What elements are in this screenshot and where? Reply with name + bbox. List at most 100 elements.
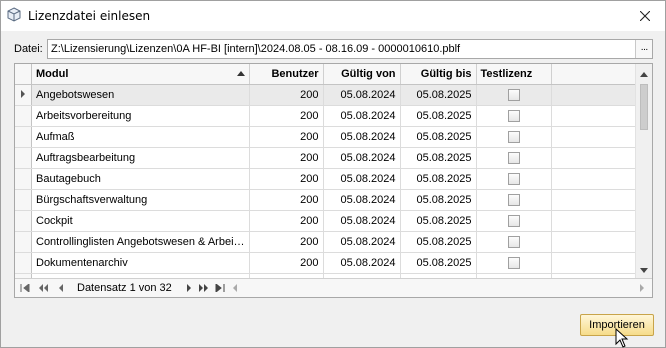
cell-benutzer[interactable]: 200 [249,189,324,211]
horizontal-scrollbar[interactable] [245,281,649,295]
cell-testlizenz[interactable] [476,105,552,127]
table-row[interactable]: Arbeitsvorbereitung 200 05.08.2024 05.08.20… [15,105,641,127]
table-row[interactable]: Bürgschaftsverwaltung 200 05.08.2024 05.08.… [15,189,641,211]
testlizenz-checkbox[interactable] [507,151,520,164]
cell-benutzer[interactable]: 200 [249,84,324,106]
cell-benutzer[interactable]: 200 [249,231,324,253]
table-row[interactable]: Aufmaß 200 05.08.2024 05.08.2025 [15,126,641,148]
cell-gueltig-bis[interactable]: 05.08.2025 [400,168,477,190]
file-path-field[interactable]: Z:\Lizensierung\Lizenzen\0A HF-BI [inter… [47,39,653,59]
license-table: Modul Benutzer Gültig von Gültig bis Tes… [15,64,641,295]
column-header-gueltig-von[interactable]: Gültig von [323,64,401,85]
cell-testlizenz[interactable] [476,147,552,169]
cell-benutzer[interactable]: 200 [249,147,324,169]
cell-empty[interactable] [551,84,641,106]
cell-empty[interactable] [551,147,641,169]
cell-gueltig-von[interactable]: 05.08.2024 [323,105,401,127]
cell-modul[interactable]: Aufmaß [31,126,250,148]
window-title: Lizenzdatei einlesen [28,9,151,23]
vertical-scrollbar[interactable] [635,64,652,279]
previous-record-icon [59,284,63,292]
cell-modul[interactable]: Bürgschaftsverwaltung [31,189,250,211]
cell-testlizenz[interactable] [476,231,552,253]
cell-testlizenz[interactable] [476,126,552,148]
testlizenz-checkbox[interactable] [507,214,520,227]
cell-modul[interactable]: Controllinglisten Angebotswesen & Arbei… [31,231,250,253]
testlizenz-checkbox[interactable] [507,130,520,143]
column-header-benutzer[interactable]: Benutzer [249,64,324,85]
cell-gueltig-von[interactable]: 05.08.2024 [323,168,401,190]
previous-page-button[interactable] [36,281,50,295]
package-icon [7,7,21,22]
cell-gueltig-bis[interactable]: 05.08.2025 [400,147,477,169]
scroll-down-button[interactable] [636,263,652,279]
column-header-modul[interactable]: Modul [31,64,250,85]
cell-gueltig-von[interactable]: 05.08.2024 [323,252,401,274]
cell-gueltig-bis[interactable]: 05.08.2025 [400,126,477,148]
row-indicator [15,168,32,190]
table-row[interactable]: Auftragsbearbeitung 200 05.08.2024 05.08.20… [15,147,641,169]
cell-gueltig-von[interactable]: 05.08.2024 [323,126,401,148]
cell-modul[interactable]: Dokumentenarchiv [31,252,250,274]
cell-modul[interactable]: Auftragsbearbeitung [31,147,250,169]
cell-testlizenz[interactable] [476,168,552,190]
cell-empty[interactable] [551,189,641,211]
cell-gueltig-bis[interactable]: 05.08.2025 [400,252,477,274]
cell-gueltig-von[interactable]: 05.08.2024 [323,147,401,169]
testlizenz-checkbox[interactable] [507,172,520,185]
first-record-button[interactable] [18,281,32,295]
previous-record-button[interactable] [54,281,68,295]
cell-modul[interactable]: Arbeitsvorbereitung [31,105,250,127]
cell-benutzer[interactable]: 200 [249,252,324,274]
cell-testlizenz[interactable] [476,84,552,106]
next-page-button[interactable] [197,281,211,295]
cell-gueltig-von[interactable]: 05.08.2024 [323,84,401,106]
testlizenz-checkbox[interactable] [507,235,520,248]
cell-modul[interactable]: Cockpit [31,210,250,232]
cell-gueltig-bis[interactable]: 05.08.2025 [400,105,477,127]
row-indicator [15,231,32,253]
testlizenz-checkbox[interactable] [507,256,520,269]
testlizenz-checkbox[interactable] [507,193,520,206]
scroll-thumb[interactable] [640,84,648,130]
cell-gueltig-von[interactable]: 05.08.2024 [323,210,401,232]
table-row[interactable]: Cockpit 200 05.08.2024 05.08.2025 [15,210,641,232]
cell-benutzer[interactable]: 200 [249,210,324,232]
cell-modul[interactable]: Bautagebuch [31,168,250,190]
cell-gueltig-bis[interactable]: 05.08.2025 [400,210,477,232]
browse-button[interactable]: ··· [635,40,652,58]
current-row-icon [21,89,25,98]
cell-benutzer[interactable]: 200 [249,168,324,190]
cell-empty[interactable] [551,252,641,274]
chevron-left-icon [233,284,237,292]
cell-benutzer[interactable]: 200 [249,126,324,148]
table-row[interactable]: Dokumentenarchiv 200 05.08.2024 05.08.2025 [15,252,641,274]
cell-testlizenz[interactable] [476,189,552,211]
cell-empty[interactable] [551,168,641,190]
scroll-up-button[interactable] [636,66,652,82]
last-page-button[interactable] [228,281,242,295]
close-button[interactable] [633,5,657,27]
cell-empty[interactable] [551,210,641,232]
table-row[interactable]: Bautagebuch 200 05.08.2024 05.08.2025 [15,168,641,190]
cell-empty[interactable] [551,231,641,253]
cell-modul[interactable]: Angebotswesen [31,84,250,106]
cell-empty[interactable] [551,126,641,148]
next-record-button[interactable] [182,281,196,295]
testlizenz-checkbox[interactable] [507,88,520,101]
table-row[interactable]: Controllinglisten Angebotswesen & Arbei…… [15,231,641,253]
cell-benutzer[interactable]: 200 [249,105,324,127]
cell-testlizenz[interactable] [476,252,552,274]
testlizenz-checkbox[interactable] [507,109,520,122]
cell-empty[interactable] [551,105,641,127]
cell-gueltig-bis[interactable]: 05.08.2025 [400,231,477,253]
cell-gueltig-bis[interactable]: 05.08.2025 [400,84,477,106]
last-record-button[interactable] [213,281,227,295]
table-row[interactable]: Angebotswesen 200 05.08.2024 05.08.2025 [15,84,641,106]
cell-testlizenz[interactable] [476,210,552,232]
cell-gueltig-von[interactable]: 05.08.2024 [323,189,401,211]
cell-gueltig-von[interactable]: 05.08.2024 [323,231,401,253]
column-header-testlizenz[interactable]: Testlizenz [476,64,552,85]
column-header-gueltig-bis[interactable]: Gültig bis [400,64,477,85]
cell-gueltig-bis[interactable]: 05.08.2025 [400,189,477,211]
